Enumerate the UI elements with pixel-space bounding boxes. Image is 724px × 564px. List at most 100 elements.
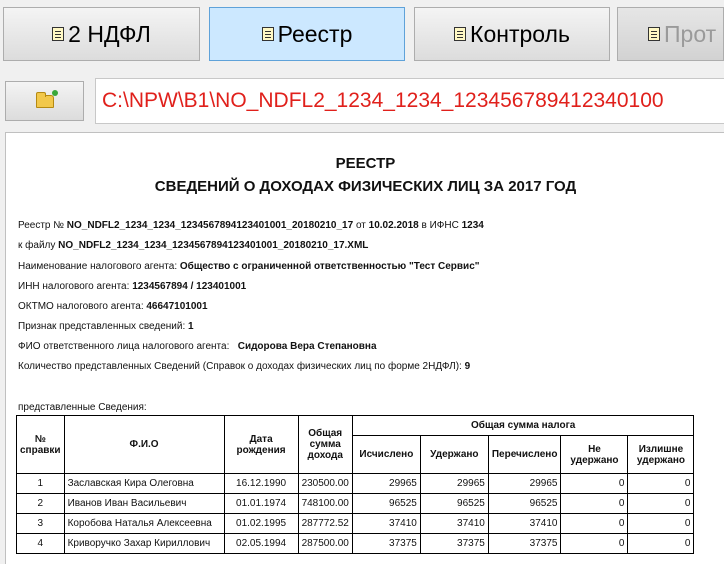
tab-registry[interactable]: Реестр [209, 7, 405, 61]
cell-withheld: 37410 [419, 513, 489, 534]
cell-transferred: 37375 [487, 533, 562, 554]
header-not-withheld: Не удержано [560, 435, 629, 474]
cell-dob: 01.02.1995 [223, 513, 299, 534]
cell-withheld: 96525 [419, 493, 489, 514]
cell-transferred: 37410 [487, 513, 562, 534]
cell-transferred: 96525 [487, 493, 562, 514]
responsible-name: Сидорова Вера Степановна [237, 341, 377, 352]
sign-value: 1 [188, 321, 194, 332]
registry-ifns-label: в ИФНС [421, 220, 459, 231]
cell-fio: Заславская Кира Олеговна [63, 473, 225, 494]
open-file-button[interactable] [5, 81, 84, 121]
registry-date: 10.02.2018 [368, 220, 419, 231]
header-calc: Исчислено [351, 435, 421, 474]
file-label: к файлу [18, 240, 56, 251]
header-dob: Дата рождения [223, 415, 299, 474]
responsible-label: ФИО ответственного лица налогового агент… [18, 341, 230, 352]
document-icon [261, 27, 274, 41]
header-transferred: Перечислено [487, 435, 562, 474]
inn-line: ИНН налогового агента: 1234567894 / 1234… [18, 281, 246, 292]
table-caption: представленные Сведения: [18, 402, 147, 413]
cell-calc: 37375 [351, 533, 421, 554]
registry-number: NO_NDFL2_1234_1234_1234567894123401001_2… [66, 220, 354, 231]
agent-label: Наименование налогового агента: [18, 261, 178, 272]
count-label: Количество представленных Сведений (Спра… [18, 361, 462, 372]
cell-dob: 16.12.1990 [223, 473, 299, 494]
open-folder-icon [35, 89, 58, 108]
header-tax-total: Общая сумма налога [351, 415, 695, 436]
oktmo-line: ОКТМО налогового агента: 46647101001 [18, 301, 208, 312]
cell-withheld: 37375 [419, 533, 489, 554]
cell-income: 287500.00 [297, 533, 353, 554]
cell-calc: 29965 [351, 473, 421, 494]
oktmo-value: 46647101001 [146, 301, 208, 312]
cell-not-withheld: 0 [560, 493, 629, 514]
report-subtitle: СВЕДЕНИЙ О ДОХОДАХ ФИЗИЧЕСКИХ ЛИЦ ЗА 201… [154, 178, 577, 195]
cell-fio: Криворучко Захар Кириллович [63, 533, 225, 554]
report-document[interactable]: РЕЕСТР СВЕДЕНИЙ О ДОХОДАХ ФИЗИЧЕСКИХ ЛИЦ… [5, 132, 724, 564]
cell-calc: 96525 [351, 493, 421, 514]
header-num: № справки [16, 415, 65, 474]
tab-2ndfl-label: 2 НДФЛ [68, 20, 151, 47]
table-row: 1 Заславская Кира Олеговна 16.12.1990 23… [16, 473, 695, 494]
cell-dob: 02.05.1994 [223, 533, 299, 554]
agent-line: Наименование налогового агента: Общество… [18, 261, 480, 272]
document-icon [52, 27, 65, 41]
tab-protocol[interactable]: Прот [617, 7, 724, 61]
header-fio: Ф.И.О [63, 415, 225, 474]
cell-excess: 0 [627, 473, 695, 494]
agent-name: Общество с ограниченной ответственностью… [179, 261, 480, 272]
cell-num: 1 [16, 473, 65, 494]
table-row: 2 Иванов Иван Васильевич 01.01.1974 7481… [16, 493, 695, 514]
header-income: Общая сумма дохода [297, 415, 353, 474]
count-line: Количество представленных Сведений (Спра… [18, 361, 470, 372]
sign-label: Признак представленных сведений: [18, 321, 186, 332]
tab-registry-label: Реестр [277, 20, 353, 47]
cell-dob: 01.01.1974 [223, 493, 299, 514]
cell-excess: 0 [627, 533, 695, 554]
cell-income: 748100.00 [297, 493, 353, 514]
cell-income: 287772.52 [297, 513, 353, 534]
cell-num: 3 [16, 513, 65, 534]
cell-excess: 0 [627, 513, 695, 534]
path-bar: C:\NPW\B1\NO_NDFL2_1234_1234_12345678941… [0, 70, 724, 128]
tab-bar: 2 НДФЛ Реестр Контроль Прот [0, 0, 724, 70]
registry-from-label: от [355, 220, 366, 231]
cell-not-withheld: 0 [560, 513, 629, 534]
registry-table: № справки Ф.И.О Дата рождения Общая сумм… [16, 415, 695, 554]
cell-income: 230500.00 [297, 473, 353, 494]
registry-line: Реестр № NO_NDFL2_1234_1234_123456789412… [18, 220, 484, 231]
registry-prefix: Реестр № [18, 220, 65, 231]
table-row: 3 Коробова Наталья Алексеевна 01.02.1995… [16, 513, 695, 534]
ifns-code: 1234 [461, 220, 484, 231]
file-name: NO_NDFL2_1234_1234_1234567894123401001_2… [58, 240, 369, 251]
file-path-field[interactable]: C:\NPW\B1\NO_NDFL2_1234_1234_12345678941… [95, 78, 724, 124]
table-row: 4 Криворучко Захар Кириллович 02.05.1994… [16, 533, 695, 554]
tab-control[interactable]: Контроль [414, 7, 610, 61]
count-value: 9 [464, 361, 471, 372]
tab-2ndfl[interactable]: 2 НДФЛ [3, 7, 200, 61]
tab-control-label: Контроль [470, 20, 570, 47]
document-icon [648, 27, 660, 41]
inn-value: 1234567894 / 123401001 [132, 281, 247, 292]
oktmo-label: ОКТМО налогового агента: [18, 301, 144, 312]
cell-calc: 37410 [351, 513, 421, 534]
cell-not-withheld: 0 [560, 473, 629, 494]
cell-excess: 0 [627, 493, 695, 514]
sign-line: Признак представленных сведений: 1 [18, 321, 194, 332]
file-line: к файлу NO_NDFL2_1234_1234_1234567894123… [18, 240, 368, 251]
cell-fio: Иванов Иван Васильевич [63, 493, 225, 514]
tab-protocol-label: Прот [664, 20, 717, 47]
inn-label: ИНН налогового агента: [18, 281, 130, 292]
report-title: РЕЕСТР [335, 155, 396, 172]
cell-num: 2 [16, 493, 65, 514]
document-icon [454, 27, 467, 41]
cell-fio: Коробова Наталья Алексеевна [63, 513, 225, 534]
cell-num: 4 [16, 533, 65, 554]
cell-withheld: 29965 [419, 473, 489, 494]
cell-transferred: 29965 [487, 473, 562, 494]
responsible-line: ФИО ответственного лица налогового агент… [18, 341, 377, 352]
header-withheld: Удержано [419, 435, 489, 474]
cell-not-withheld: 0 [560, 533, 629, 554]
header-excess: Излишне удержано [627, 435, 695, 474]
